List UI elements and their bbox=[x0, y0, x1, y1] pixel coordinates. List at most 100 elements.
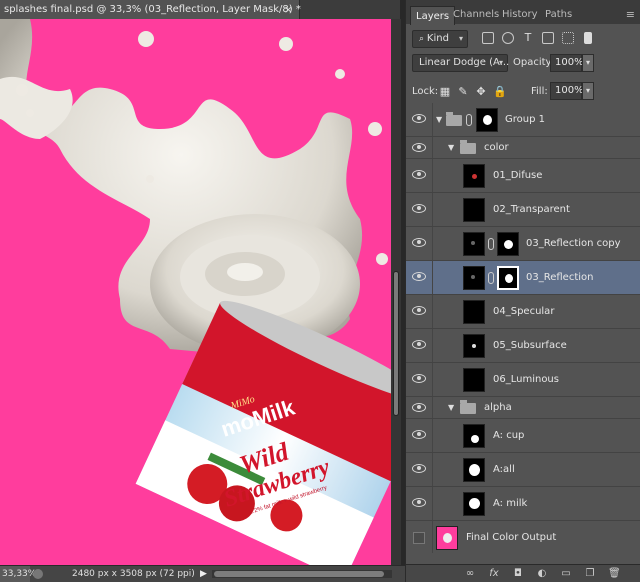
lock-position-icon[interactable]: ✥ bbox=[475, 86, 487, 98]
link-icon[interactable] bbox=[488, 272, 494, 284]
layer-row-03-reflection[interactable]: 03_Reflection bbox=[406, 261, 640, 295]
visibility-eye-icon[interactable] bbox=[412, 464, 426, 473]
zoom-field[interactable]: 33,33% bbox=[0, 566, 36, 582]
document-canvas[interactable]: MiMo moMilk Wild Strawberry 1.2% fat mil… bbox=[0, 19, 391, 565]
folder-icon[interactable]: ▭ bbox=[560, 568, 572, 580]
visibility-eye-icon[interactable] bbox=[412, 306, 426, 315]
layer-mask-thumbnail[interactable] bbox=[497, 266, 519, 290]
layer-row-a-all[interactable]: A:all bbox=[406, 453, 640, 487]
trash-icon[interactable]: 🗑 bbox=[608, 568, 621, 580]
layer-row-02-transparent[interactable]: 02_Transparent bbox=[406, 193, 640, 227]
filter-shape-icon[interactable] bbox=[542, 32, 554, 44]
layer-list: ▼ Group 1 ▼ color 01_Difuse 02_Transpare… bbox=[406, 103, 640, 553]
visibility-eye-icon[interactable] bbox=[412, 272, 426, 281]
expand-triangle-icon[interactable]: ▼ bbox=[448, 403, 454, 412]
layer-row-a-milk[interactable]: A: milk bbox=[406, 487, 640, 521]
filter-smart-object-icon[interactable] bbox=[562, 32, 574, 44]
layer-row-final-color-output[interactable]: Final Color Output bbox=[406, 521, 640, 553]
layer-row-05-subsurface[interactable]: 05_Subsurface bbox=[406, 329, 640, 363]
blend-mode-value: Linear Dodge (A... bbox=[419, 57, 510, 68]
panel-tabs: Layers Channels History Paths ≡ bbox=[406, 0, 640, 25]
new-layer-icon[interactable]: ❐ bbox=[584, 568, 596, 580]
layers-panel: Layers Channels History Paths ≡ ⌕ Kind ▾… bbox=[405, 0, 640, 582]
filter-type-icon[interactable]: T bbox=[522, 32, 534, 44]
filter-pixel-icon[interactable] bbox=[482, 32, 494, 44]
layer-row-color[interactable]: ▼ color bbox=[406, 137, 640, 159]
filter-adjustment-icon[interactable] bbox=[502, 32, 514, 44]
layer-row-a-cup[interactable]: A: cup bbox=[406, 419, 640, 453]
lock-transparent-icon[interactable]: ▦ bbox=[439, 86, 451, 98]
scroll-thumb[interactable] bbox=[393, 271, 399, 416]
visibility-eye-icon[interactable] bbox=[412, 374, 426, 383]
opacity-stepper[interactable]: ▾ bbox=[582, 54, 594, 72]
filter-row: ⌕ Kind ▾ T bbox=[406, 28, 640, 50]
layer-row-01-difuse[interactable]: 01_Difuse bbox=[406, 159, 640, 193]
expand-triangle-icon[interactable]: ▼ bbox=[436, 115, 442, 124]
status-menu-icon[interactable]: ▶ bbox=[200, 566, 207, 582]
layer-name: Group 1 bbox=[505, 114, 545, 125]
close-icon[interactable]: × bbox=[284, 0, 293, 19]
layer-thumbnail[interactable] bbox=[463, 458, 485, 482]
layer-row-04-specular[interactable]: 04_Specular bbox=[406, 295, 640, 329]
mask-icon[interactable]: ◘ bbox=[512, 568, 524, 580]
filter-toggle-icon[interactable] bbox=[584, 32, 592, 44]
lock-all-icon[interactable]: 🔒 bbox=[493, 86, 507, 98]
document-tab[interactable]: splashes final.psd @ 33,3% (03_Reflectio… bbox=[0, 0, 301, 19]
visibility-eye-icon[interactable] bbox=[412, 430, 426, 439]
layer-name: 06_Luminous bbox=[493, 374, 559, 385]
opacity-input[interactable]: 100% bbox=[550, 54, 584, 72]
fx-icon[interactable]: fx bbox=[488, 568, 500, 580]
link-icon[interactable] bbox=[488, 238, 494, 250]
layer-thumbnail[interactable] bbox=[463, 368, 485, 392]
layer-thumbnail[interactable] bbox=[463, 164, 485, 188]
fill-input[interactable]: 100% bbox=[550, 82, 584, 100]
layer-thumbnail[interactable] bbox=[463, 232, 485, 256]
lock-pixels-icon[interactable]: ✎ bbox=[457, 86, 469, 98]
filter-kind-select[interactable]: ⌕ Kind ▾ bbox=[412, 30, 468, 48]
group-mask-thumbnail[interactable] bbox=[476, 108, 498, 132]
adjustment-icon[interactable]: ◐ bbox=[536, 568, 548, 580]
layer-thumbnail[interactable] bbox=[463, 300, 485, 324]
layer-name: A: milk bbox=[493, 498, 528, 509]
layer-name: 01_Difuse bbox=[493, 170, 543, 181]
layer-name: A:all bbox=[493, 464, 515, 475]
visibility-eye-icon[interactable] bbox=[412, 238, 426, 247]
canvas-vertical-scrollbar[interactable] bbox=[391, 19, 401, 565]
layer-mask-thumbnail[interactable] bbox=[497, 232, 519, 256]
blend-mode-select[interactable]: Linear Dodge (A... ▾ bbox=[412, 54, 510, 72]
status-bar: 33,33% 2480 px x 3508 px (72 ppi) ▶ bbox=[0, 565, 405, 582]
layer-row-06-luminous[interactable]: 06_Luminous bbox=[406, 363, 640, 397]
layer-thumbnail[interactable] bbox=[463, 334, 485, 358]
link-icon[interactable]: ∞ bbox=[464, 568, 476, 580]
canvas-horizontal-scrollbar[interactable] bbox=[212, 570, 392, 578]
layer-row-alpha[interactable]: ▼ alpha bbox=[406, 397, 640, 419]
panel-menu-icon[interactable]: ≡ bbox=[626, 8, 635, 21]
visibility-eye-icon[interactable] bbox=[412, 170, 426, 179]
layer-thumbnail[interactable] bbox=[463, 492, 485, 516]
scroll-thumb[interactable] bbox=[214, 571, 384, 577]
visibility-toggle-box[interactable] bbox=[413, 532, 425, 544]
visibility-eye-icon[interactable] bbox=[412, 340, 426, 349]
layer-thumbnail[interactable] bbox=[463, 424, 485, 448]
layer-thumbnail[interactable] bbox=[463, 266, 485, 290]
visibility-eye-icon[interactable] bbox=[412, 143, 426, 152]
layer-thumbnail[interactable] bbox=[436, 526, 458, 550]
visibility-eye-icon[interactable] bbox=[412, 498, 426, 507]
layer-row-03-reflection-copy[interactable]: 03_Reflection copy bbox=[406, 227, 640, 261]
layer-name: 05_Subsurface bbox=[493, 340, 567, 351]
layer-name: Final Color Output bbox=[466, 532, 557, 543]
folder-icon bbox=[460, 140, 476, 154]
status-info-icon[interactable] bbox=[33, 569, 43, 579]
tab-channels[interactable]: Channels bbox=[448, 5, 504, 24]
tab-history[interactable]: History bbox=[497, 5, 543, 24]
fill-stepper[interactable]: ▾ bbox=[582, 82, 594, 100]
tab-paths[interactable]: Paths bbox=[540, 5, 577, 24]
visibility-eye-icon[interactable] bbox=[412, 114, 426, 123]
visibility-eye-icon[interactable] bbox=[412, 204, 426, 213]
visibility-eye-icon[interactable] bbox=[412, 403, 426, 412]
layer-name: 02_Transparent bbox=[493, 204, 570, 215]
layer-thumbnail[interactable] bbox=[463, 198, 485, 222]
layer-row-group-1[interactable]: ▼ Group 1 bbox=[406, 103, 640, 137]
expand-triangle-icon[interactable]: ▼ bbox=[448, 143, 454, 152]
document-size-info: 2480 px x 3508 px (72 ppi) bbox=[72, 569, 195, 579]
